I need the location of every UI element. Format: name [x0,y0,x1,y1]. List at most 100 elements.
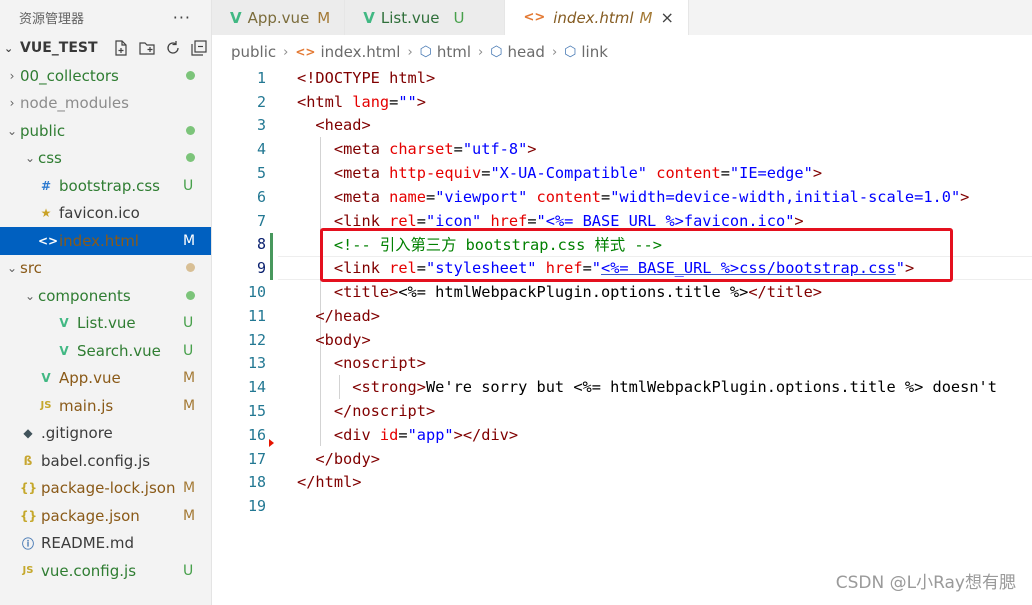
token-text: = [453,140,463,159]
chevron-right-icon[interactable]: › [4,69,20,83]
collapse-all-icon[interactable] [190,39,208,57]
line-number: 10 [247,283,266,302]
favicon-star-icon: ★ [40,206,52,221]
explorer-title: 资源管理器 [19,11,85,27]
tab-index-html[interactable]: <> index.html M × [505,0,689,35]
token-attr: id [379,425,399,444]
tab-list-vue[interactable]: V List.vue U [345,0,506,35]
token-punc: <!DOCTYPE [297,68,390,87]
more-actions-icon[interactable]: ··· [173,8,191,27]
token-tag: noscript [343,354,417,373]
chevron-right-icon[interactable]: › [4,96,20,110]
status-dot [186,125,195,135]
explorer-sidebar: 资源管理器 ··· ⌄ VUE_TEST › 00_collectors › node… [0,0,212,605]
git-status-dot [183,123,211,139]
tree-item-label: README.md [41,534,135,553]
refresh-icon[interactable] [164,39,182,57]
code-editor[interactable]: 1 <!DOCTYPE html> 2 <html lang=""> 3 <head> 4… [212,66,1032,605]
close-icon[interactable]: × [660,8,673,27]
tree-folder-css[interactable]: ⌄ css [0,145,211,173]
json-file-icon: {} [20,508,38,523]
tree-folder-src[interactable]: ⌄ src [0,255,211,283]
token-str: "viewport" [435,187,528,206]
token-punc: < [333,164,344,183]
tree-file-favicon[interactable]: ★ favicon.ico [0,200,211,228]
git-icon: ◆ [23,426,33,441]
html-file-icon: <> [523,10,546,25]
code-line: 5 <meta http-equiv = "X-UA-Compatible" con… [212,161,1032,185]
tree-file-app-vue[interactable]: V App.vue M [0,365,211,393]
tree-file-search-vue[interactable]: V Search.vue U [0,337,211,365]
new-folder-icon[interactable] [138,39,156,57]
token-punc: > [794,211,804,230]
tab-label: App.vue [247,8,310,27]
breadcrumb-item-html[interactable]: html [437,43,471,61]
tree-folder-components[interactable]: ⌄ components [0,282,211,310]
chevron-right-icon: › [551,44,558,60]
info-icon: ⓘ [21,536,34,551]
git-status-badge: M [183,232,196,249]
tree-file-readme[interactable]: ⓘ README.md [0,530,211,558]
tab-status: U [453,8,465,27]
chevron-down-icon[interactable]: ⌄ [4,42,18,55]
chevron-down-icon[interactable]: ⌄ [22,289,38,303]
token-tag: meta [343,140,380,159]
tree-item-label: css [38,149,62,168]
line-number: 1 [256,68,266,87]
token-attr: href [490,211,528,230]
project-header[interactable]: ⌄ VUE_TEST [0,34,211,62]
chevron-down-icon[interactable]: ⌄ [4,261,20,275]
tab-app-vue[interactable]: V App.vue M [212,0,346,35]
tree-folder-public[interactable]: ⌄ public [0,117,211,145]
line-number: 3 [256,116,266,135]
breadcrumb-item-public[interactable]: public [231,43,276,61]
code-line: 2 <html lang=""> [212,90,1032,114]
tree-folder-node-modules[interactable]: › node_modules [0,90,211,118]
code-line: 19 [212,494,1032,518]
token-punc: </ [333,402,353,421]
tree-file-list-vue[interactable]: V List.vue U [0,310,211,338]
explorer-header: 资源管理器 ··· [0,0,211,34]
babel-icon: ß [23,453,33,468]
tree-file-bootstrap-css[interactable]: # bootstrap.css U [0,172,211,200]
code-line: 6 <meta name="viewport" content="width=d… [212,185,1032,209]
token-str: "X-UA-Compatible" [490,164,648,183]
tree-item-label: src [20,259,42,278]
tree-file-gitignore[interactable]: ◆ .gitignore [0,420,211,448]
chevron-down-icon[interactable]: ⌄ [4,124,20,138]
line-number: 7 [256,211,266,230]
tree-folder-00-collectors[interactable]: › 00_collectors [0,62,211,90]
js-file-icon: JS [22,565,34,577]
tab-status: M [317,8,331,27]
tree-item-label: favicon.ico [59,204,140,223]
token-punc: </ [315,306,334,325]
tree-item-label: bootstrap.css [59,176,160,195]
tab-label: index.html [553,8,634,27]
code-line: 17 </body> [212,447,1032,471]
project-name: VUE_TEST [20,40,98,56]
code-text: </head> [297,306,379,325]
breadcrumb-item-link[interactable]: link [581,43,608,61]
breadcrumb-item-head[interactable]: head [507,43,544,61]
chevron-down-icon[interactable]: ⌄ [22,151,38,165]
tree-file-vue-config[interactable]: JS vue.config.js U [0,557,211,585]
tree-item-label: App.vue [59,369,121,388]
tree-file-package-lock[interactable]: {} package-lock.json M [0,475,211,503]
tree-file-package-json[interactable]: {} package.json M [0,502,211,530]
line-number: 19 [247,497,266,516]
breadcrumb-item-index-html[interactable]: index.html [320,43,400,61]
tab-status: M [639,8,653,27]
token-str: "utf-8" [462,140,528,159]
token-str: "width=device-width,initial-scale=1.0" [610,187,961,206]
tree-file-babel-config[interactable]: ß babel.config.js [0,447,211,475]
token-attr: rel [389,211,417,230]
tree-file-main-js[interactable]: JS main.js M [0,392,211,420]
git-status-dot [183,68,211,84]
code-line: 16 <div id="app"></div> [212,423,1032,447]
new-file-icon[interactable] [112,39,130,57]
editor-tabs: V App.vue M V List.vue U <> index.html M… [212,0,1032,35]
tree-file-index-html[interactable]: <> index.html M [0,227,211,255]
